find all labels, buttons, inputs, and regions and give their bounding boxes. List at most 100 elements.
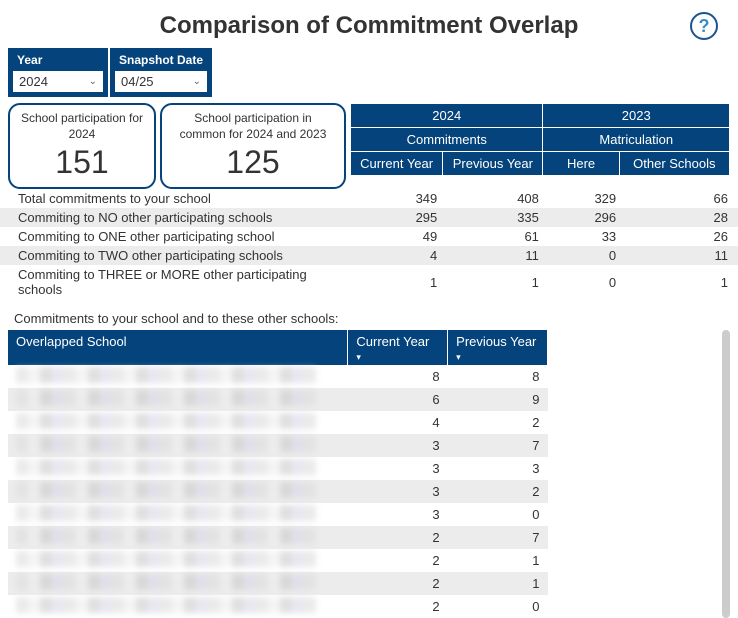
table-row: 42 (8, 411, 548, 434)
overlap-school-cell (8, 549, 348, 572)
table-row: Commiting to ONE other participating sch… (0, 227, 738, 246)
overlap-cy: 2 (348, 549, 448, 572)
overlap-cy: 2 (348, 526, 448, 549)
row-val-here: 33 (549, 227, 626, 246)
overlap-school-cell (8, 480, 348, 503)
table-row: 20 (8, 595, 548, 618)
redacted-school-name (16, 390, 316, 406)
filter-year-label: Year (9, 49, 107, 71)
summary-header-table: 2024 2023 Commitments Matriculation Curr… (350, 103, 730, 176)
overlap-school-cell (8, 388, 348, 411)
overlap-py: 0 (448, 595, 548, 618)
overlap-school-cell (8, 434, 348, 457)
overlap-cy: 8 (348, 365, 448, 388)
overlap-cy: 3 (348, 434, 448, 457)
header-col-other-schools: Other Schools (619, 152, 729, 176)
row-val-previous: 61 (447, 227, 549, 246)
overlap-cy: 3 (348, 480, 448, 503)
overlap-py: 1 (448, 572, 548, 595)
row-val-previous: 408 (447, 189, 549, 208)
overlap-school-cell (8, 526, 348, 549)
row-val-here: 0 (549, 246, 626, 265)
redacted-school-name (16, 367, 316, 383)
filter-year-select[interactable]: 2024 ⌄ (13, 71, 103, 92)
stat-value: 125 (172, 144, 334, 181)
overlap-header-school[interactable]: Overlapped School (8, 330, 348, 365)
table-row: Total commitments to your school34940832… (0, 189, 738, 208)
row-val-other: 11 (626, 246, 738, 265)
filter-year: Year 2024 ⌄ (8, 48, 108, 97)
redacted-school-name (16, 459, 316, 475)
row-val-other: 26 (626, 227, 738, 246)
redacted-school-name (16, 436, 316, 452)
overlap-py: 2 (448, 480, 548, 503)
redacted-school-name (16, 482, 316, 498)
stat-label: School participation for 2024 (20, 111, 144, 142)
row-val-other: 66 (626, 189, 738, 208)
row-label: Commiting to TWO other participating sch… (0, 246, 354, 265)
table-row: 33 (8, 457, 548, 480)
header-col-here: Here (543, 152, 619, 176)
overlap-school-cell (8, 365, 348, 388)
redacted-school-name (16, 574, 316, 590)
scrollbar[interactable] (722, 330, 730, 618)
redacted-school-name (16, 505, 316, 521)
table-row: Commiting to THREE or MORE other partici… (0, 265, 738, 299)
chevron-down-icon: ⌄ (193, 76, 201, 87)
row-label: Commiting to THREE or MORE other partici… (0, 265, 354, 299)
redacted-school-name (16, 551, 316, 567)
header-group-commitments: Commitments (351, 128, 543, 152)
header-col-previous-year: Previous Year (443, 152, 543, 176)
overlap-intro: Commitments to your school and to these … (0, 299, 738, 330)
overlap-py: 0 (448, 503, 548, 526)
row-val-here: 329 (549, 189, 626, 208)
row-label: Commiting to ONE other participating sch… (0, 227, 354, 246)
row-label: Commiting to NO other participating scho… (0, 208, 354, 227)
table-row: 32 (8, 480, 548, 503)
overlap-py: 9 (448, 388, 548, 411)
filter-snapshot-value: 04/25 (121, 74, 154, 89)
page-title: Comparison of Commitment Overlap (160, 12, 579, 40)
overlap-cy: 3 (348, 503, 448, 526)
row-label: Total commitments to your school (0, 189, 354, 208)
table-row: 21 (8, 572, 548, 595)
table-row: 88 (8, 365, 548, 388)
row-val-current: 1 (354, 265, 448, 299)
overlap-school-cell (8, 411, 348, 434)
row-val-previous: 11 (447, 246, 549, 265)
overlap-school-cell (8, 595, 348, 618)
row-val-current: 295 (354, 208, 448, 227)
header-year-1: 2024 (351, 104, 543, 128)
redacted-school-name (16, 413, 316, 429)
overlap-cy: 4 (348, 411, 448, 434)
help-icon[interactable]: ? (690, 12, 718, 40)
overlap-header-current-year[interactable]: Current Year (348, 330, 448, 365)
stat-label: School participation in common for 2024 … (172, 111, 334, 142)
overlap-school-cell (8, 457, 348, 480)
overlap-cy: 3 (348, 457, 448, 480)
header-col-current-year: Current Year (351, 152, 443, 176)
table-row: 37 (8, 434, 548, 457)
header-group-matriculation: Matriculation (543, 128, 730, 152)
header-year-2: 2023 (543, 104, 730, 128)
filter-year-value: 2024 (19, 74, 48, 89)
stat-card-participation: School participation for 2024 151 (8, 103, 156, 189)
overlap-school-cell (8, 503, 348, 526)
overlap-table: Overlapped School Current Year Previous … (8, 330, 548, 618)
table-row: Commiting to NO other participating scho… (0, 208, 738, 227)
overlap-py: 2 (448, 411, 548, 434)
row-val-current: 349 (354, 189, 448, 208)
overlap-py: 3 (448, 457, 548, 480)
stat-card-common: School participation in common for 2024 … (160, 103, 346, 189)
row-val-current: 49 (354, 227, 448, 246)
overlap-school-cell (8, 572, 348, 595)
row-val-here: 0 (549, 265, 626, 299)
overlap-header-previous-year[interactable]: Previous Year (448, 330, 548, 365)
row-val-current: 4 (354, 246, 448, 265)
row-val-here: 296 (549, 208, 626, 227)
table-row: 30 (8, 503, 548, 526)
overlap-py: 8 (448, 365, 548, 388)
row-val-other: 28 (626, 208, 738, 227)
row-val-other: 1 (626, 265, 738, 299)
filter-snapshot-select[interactable]: 04/25 ⌄ (115, 71, 207, 92)
